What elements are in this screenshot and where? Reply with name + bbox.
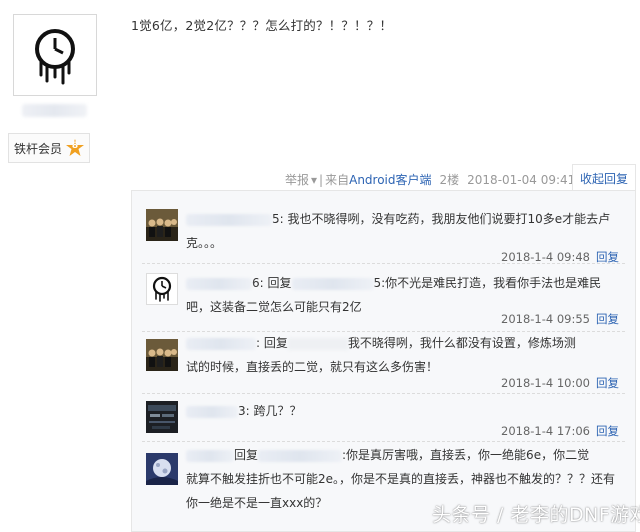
reply-text-line2: 就算不触发挂折也不可能2e。，你是不是真的直接丢，神器也不触发的？？？还有 bbox=[186, 472, 616, 486]
author-avatar[interactable] bbox=[13, 14, 97, 96]
reply-date: 2018-1-4 09:48 bbox=[501, 250, 590, 264]
post-meta: 举报 ▾ | 来自 Android客户端 2楼 2018-01-04 09:41 bbox=[285, 171, 575, 188]
reply-item: : 回复 我不晓得咧，我什么都没有设置，修炼场测 试的时候，直接丢的二觉，就只有这… bbox=[142, 331, 625, 394]
reply-target-blurred[interactable] bbox=[291, 277, 374, 290]
reply-button[interactable]: 回复 bbox=[596, 376, 619, 390]
source-link[interactable]: Android客户端 bbox=[349, 171, 431, 188]
post-date: 2018-01-04 09:41 bbox=[467, 172, 576, 187]
author-name-blurred[interactable] bbox=[22, 104, 87, 117]
reply-footer: 2018-1-4 10:00 回复 bbox=[501, 375, 619, 391]
reply-footer: 2018-1-4 09:55 回复 bbox=[501, 311, 619, 327]
reply-footer: 2018-1-4 17:06 回复 bbox=[501, 423, 619, 439]
floor-number: 2楼 bbox=[439, 173, 460, 187]
watermark-text: 头条号 / 老李的DNF游戏馆 bbox=[432, 504, 640, 526]
username-blurred[interactable] bbox=[186, 277, 252, 290]
reply-item: 6: 回复 5:你不光是难民打造，我看你手法也是难民 吧，这装备二觉怎么可能只有2… bbox=[142, 263, 625, 332]
meta-separator: | bbox=[319, 172, 324, 187]
reply-text-line1: :你不光是难民打造，我看你手法也是难民 bbox=[381, 276, 602, 290]
crowd-avatar-icon[interactable] bbox=[146, 209, 178, 241]
post-content: 1觉6亿，2觉2亿？？？怎么打的？！？！？！ bbox=[131, 18, 393, 33]
reply-target-blurred[interactable] bbox=[258, 449, 343, 462]
reply-content: 3: 跨几？？ bbox=[186, 399, 619, 423]
username-blurred[interactable] bbox=[186, 405, 238, 418]
collapse-replies-button[interactable]: 收起回复 bbox=[572, 164, 636, 191]
source-prefix: 来自 bbox=[325, 173, 350, 187]
reply-panel: 5: 我也不晓得咧，没有吃药，我朋友他们说要打10多e才能去卢 克。。。 201… bbox=[131, 190, 636, 532]
username-blurred[interactable] bbox=[186, 449, 234, 462]
reply-item: 3: 跨几？？ 2018-1-4 17:06 回复 bbox=[142, 393, 625, 442]
reply-button[interactable]: 回复 bbox=[596, 250, 619, 264]
reply-text-line2: 克。。。 bbox=[186, 236, 223, 250]
username-blurred[interactable] bbox=[186, 337, 256, 350]
level-star-icon: 8 bbox=[66, 139, 85, 157]
reply-text-line2: 吧，这装备二觉怎么可能只有2亿 bbox=[186, 300, 362, 314]
reply-date: 2018-1-4 09:55 bbox=[501, 312, 590, 326]
reply-button[interactable]: 回复 bbox=[596, 312, 619, 326]
reply-prefix: 6: 回复 bbox=[252, 276, 292, 290]
crowd-avatar-icon[interactable] bbox=[146, 339, 178, 371]
dripping-clock-icon bbox=[35, 29, 75, 85]
reply-text-line1: 我也不晓得咧，没有吃药，我朋友他们说要打10多e才能去卢 bbox=[287, 212, 611, 226]
reply-text-line1: :你是真厉害哦，直接丢，你一绝能6e，你二觉 bbox=[342, 448, 590, 462]
reply-button[interactable]: 回复 bbox=[596, 424, 619, 438]
moon-avatar-icon[interactable] bbox=[146, 453, 178, 485]
reply-prefix: 3: bbox=[238, 404, 254, 418]
reply-date: 2018-1-4 17:06 bbox=[501, 424, 590, 438]
reply-content: 5: 我也不晓得咧，没有吃药，我朋友他们说要打10多e才能去卢 克。。。 bbox=[186, 207, 619, 255]
member-badge[interactable]: 铁杆会员 8 bbox=[8, 133, 91, 163]
reply-text-line3: 你一绝是不是一直xxx的？ bbox=[186, 496, 328, 510]
reply-prefix: 5: bbox=[272, 212, 288, 226]
report-arrow-icon[interactable]: ▾ bbox=[311, 173, 317, 187]
skull-avatar-icon[interactable] bbox=[146, 273, 178, 305]
reply-item: 5: 我也不晓得咧，没有吃药，我朋友他们说要打10多e才能去卢 克。。。 201… bbox=[142, 197, 625, 264]
reply-mid: 5 bbox=[373, 276, 382, 290]
reply-content: : 回复 我不晓得咧，我什么都没有设置，修炼场测 试的时候，直接丢的二觉，就只有这… bbox=[186, 331, 619, 379]
reply-date: 2018-1-4 10:00 bbox=[501, 376, 590, 390]
reply-target-blurred[interactable] bbox=[287, 337, 348, 350]
report-link[interactable]: 举报 bbox=[285, 171, 309, 188]
reply-text-line1: 我不晓得咧，我什么都没有设置，修炼场测 bbox=[347, 336, 576, 350]
member-badge-label: 铁杆会员 bbox=[14, 141, 63, 156]
reply-prefix: 回复 bbox=[234, 448, 259, 462]
username-blurred[interactable] bbox=[186, 213, 272, 226]
level-number: 8 bbox=[71, 141, 79, 151]
reply-text-line1: 跨几？？ bbox=[253, 404, 302, 418]
reply-text-line2: 试的时候，直接丢的二觉，就只有这么多伤害！ bbox=[186, 360, 439, 374]
author-panel: 铁杆会员 8 bbox=[0, 0, 125, 530]
reply-prefix: : 回复 bbox=[256, 336, 288, 350]
dark-avatar-icon[interactable] bbox=[146, 401, 178, 433]
